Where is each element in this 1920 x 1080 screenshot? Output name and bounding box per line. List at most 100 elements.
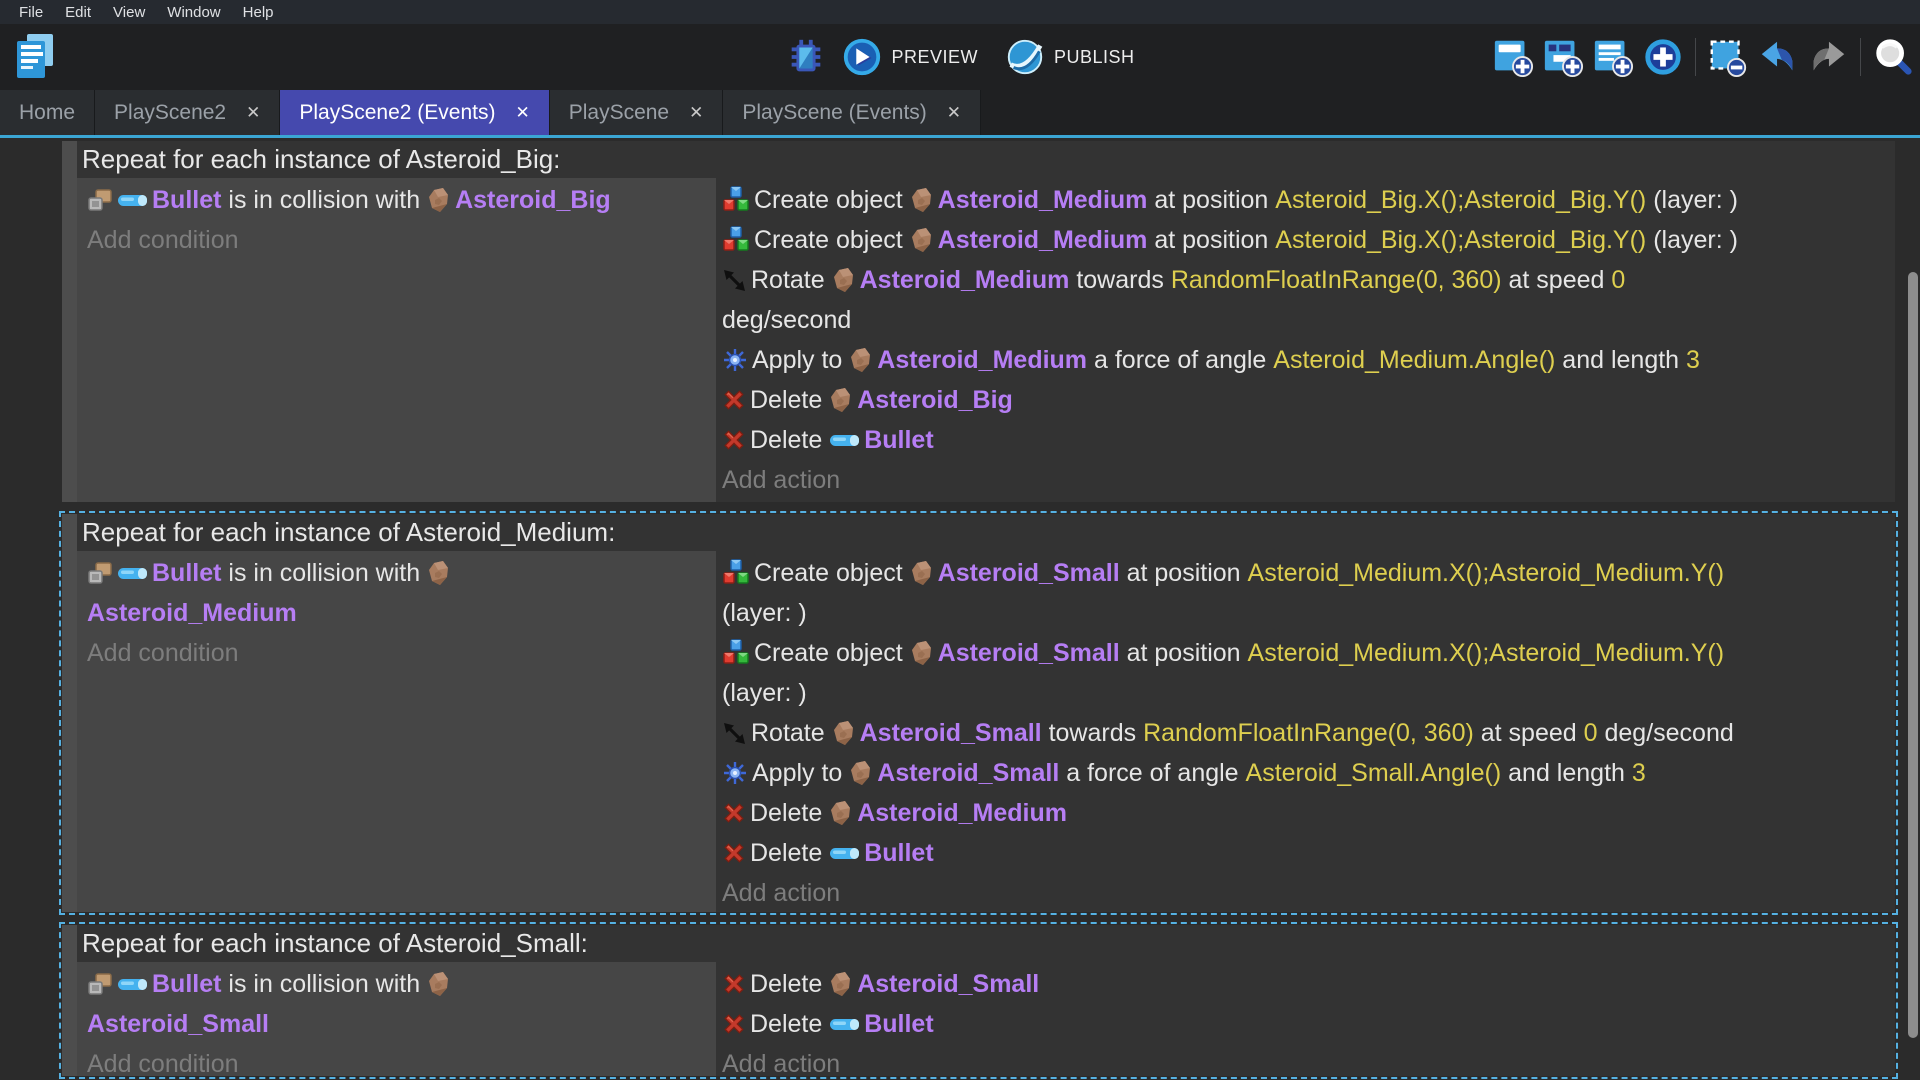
publish-button[interactable]: PUBLISH bbox=[1004, 36, 1135, 78]
event-header[interactable]: Repeat for each instance of Asteroid_Big… bbox=[77, 141, 1895, 178]
rotate-icon bbox=[722, 721, 747, 746]
delete-object-icon bbox=[722, 1012, 746, 1036]
add-action-button[interactable]: Add action bbox=[722, 1044, 1895, 1076]
actions-column: Create object Asteroid_Medium at positio… bbox=[716, 178, 1895, 502]
tab-label: PlayScene bbox=[569, 101, 669, 125]
condition-line[interactable]: Asteroid_Medium bbox=[87, 593, 716, 633]
action-line[interactable]: Delete Bullet bbox=[722, 1004, 1895, 1044]
asteroid-object-icon bbox=[427, 971, 451, 997]
action-line[interactable]: Delete Asteroid_Small bbox=[722, 964, 1895, 1004]
add-condition-button[interactable]: Add condition bbox=[87, 1044, 716, 1076]
tab-close-icon[interactable]: ✕ bbox=[947, 104, 961, 121]
actions-column: Delete Asteroid_SmallDelete BulletAdd ac… bbox=[716, 962, 1895, 1076]
publish-label: PUBLISH bbox=[1054, 47, 1135, 68]
delete-object-icon bbox=[722, 841, 746, 865]
asteroid-object-icon bbox=[910, 560, 934, 586]
bullet-object-icon bbox=[829, 1017, 860, 1032]
toolbar-right bbox=[1492, 24, 1914, 90]
debugger-icon[interactable] bbox=[785, 36, 827, 78]
menu-item-help[interactable]: Help bbox=[232, 4, 285, 21]
gdevelop-window: FileEditViewWindowHelp PREVIEW PUBLISH bbox=[0, 0, 1920, 1080]
tab-playscene-events[interactable]: PlayScene (Events) ✕ bbox=[723, 90, 981, 135]
scrollbar-track[interactable] bbox=[1906, 138, 1920, 1080]
condition-line[interactable]: Asteroid_Small bbox=[87, 1004, 716, 1044]
event-header[interactable]: Repeat for each instance of Asteroid_Med… bbox=[77, 514, 1895, 551]
add-other-event-icon[interactable] bbox=[1642, 36, 1684, 78]
tab-close-icon[interactable]: ✕ bbox=[515, 104, 529, 121]
create-object-icon bbox=[722, 186, 750, 214]
event-header[interactable]: Repeat for each instance of Asteroid_Sma… bbox=[77, 925, 1895, 962]
create-object-icon bbox=[722, 559, 750, 587]
menu-item-window[interactable]: Window bbox=[156, 4, 231, 21]
conditions-column: Bullet is in collision with Asteroid_Sma… bbox=[77, 962, 716, 1076]
bullet-object-icon bbox=[117, 193, 148, 208]
asteroid-object-icon bbox=[427, 187, 451, 213]
preview-play-icon bbox=[841, 36, 883, 78]
action-line[interactable]: deg/second bbox=[722, 300, 1895, 340]
action-line[interactable]: Delete Asteroid_Medium bbox=[722, 793, 1895, 833]
menu-item-file[interactable]: File bbox=[8, 4, 54, 21]
condition-line[interactable]: Bullet is in collision with bbox=[87, 964, 716, 1004]
event-block[interactable]: Repeat for each instance of Asteroid_Sma… bbox=[62, 925, 1895, 1076]
action-line[interactable]: Rotate Asteroid_Small towards RandomFloa… bbox=[722, 713, 1895, 753]
collision-icon bbox=[87, 562, 113, 585]
create-object-icon bbox=[722, 639, 750, 667]
apply-force-icon bbox=[722, 347, 748, 373]
menubar: FileEditViewWindowHelp bbox=[0, 0, 1920, 24]
delete-object-icon bbox=[722, 972, 746, 996]
event-drag-handle[interactable] bbox=[62, 925, 77, 1076]
scrollbar-thumb[interactable] bbox=[1908, 272, 1918, 1038]
asteroid-object-icon bbox=[829, 971, 853, 997]
event-drag-handle[interactable] bbox=[62, 514, 77, 912]
tab-close-icon[interactable]: ✕ bbox=[689, 104, 703, 121]
redo-icon[interactable] bbox=[1807, 36, 1849, 78]
asteroid-object-icon bbox=[832, 267, 856, 293]
tab-close-icon[interactable]: ✕ bbox=[246, 104, 260, 121]
search-icon[interactable] bbox=[1872, 36, 1914, 78]
tab-playscene2[interactable]: PlayScene2✕ bbox=[95, 90, 280, 135]
add-action-button[interactable]: Add action bbox=[722, 460, 1895, 500]
add-condition-button[interactable]: Add condition bbox=[87, 220, 716, 260]
delete-object-icon bbox=[722, 801, 746, 825]
menu-item-edit[interactable]: Edit bbox=[54, 4, 102, 21]
publish-globe-icon bbox=[1004, 36, 1046, 78]
action-line[interactable]: Delete Bullet bbox=[722, 420, 1895, 460]
delete-object-icon bbox=[722, 388, 746, 412]
delete-selection-icon[interactable] bbox=[1707, 36, 1749, 78]
action-line[interactable]: (layer: ) bbox=[722, 673, 1895, 713]
action-line[interactable]: Create object Asteroid_Medium at positio… bbox=[722, 180, 1895, 220]
tab-label: PlayScene2 (Events) bbox=[299, 101, 495, 125]
action-line[interactable]: Create object Asteroid_Small at position… bbox=[722, 553, 1895, 593]
event-block[interactable]: Repeat for each instance of Asteroid_Big… bbox=[62, 141, 1895, 502]
add-action-button[interactable]: Add action bbox=[722, 873, 1895, 912]
tab-playscene[interactable]: PlayScene ✕ bbox=[550, 90, 724, 135]
event-drag-handle[interactable] bbox=[62, 141, 77, 502]
collision-icon bbox=[87, 973, 113, 996]
add-comment-icon[interactable] bbox=[1592, 36, 1634, 78]
add-subevent-icon[interactable] bbox=[1542, 36, 1584, 78]
condition-line[interactable]: Bullet is in collision with bbox=[87, 553, 716, 593]
add-event-icon[interactable] bbox=[1492, 36, 1534, 78]
conditions-column: Bullet is in collision with Asteroid_Med… bbox=[77, 551, 716, 912]
tab-home[interactable]: Home bbox=[0, 90, 95, 135]
conditions-column: Bullet is in collision with Asteroid_Big… bbox=[77, 178, 716, 502]
add-condition-button[interactable]: Add condition bbox=[87, 633, 716, 673]
tab-playscene2-events[interactable]: PlayScene2 (Events) ✕ bbox=[280, 90, 549, 135]
action-line[interactable]: Rotate Asteroid_Medium towards RandomFlo… bbox=[722, 260, 1895, 300]
bullet-object-icon bbox=[829, 846, 860, 861]
action-line[interactable]: Apply to Asteroid_Small a force of angle… bbox=[722, 753, 1895, 793]
action-line[interactable]: Create object Asteroid_Small at position… bbox=[722, 633, 1895, 673]
condition-line[interactable]: Bullet is in collision with Asteroid_Big bbox=[87, 180, 716, 220]
preview-button[interactable]: PREVIEW bbox=[841, 36, 978, 78]
action-line[interactable]: Create object Asteroid_Medium at positio… bbox=[722, 220, 1895, 260]
action-line[interactable]: (layer: ) bbox=[722, 593, 1895, 633]
action-line[interactable]: Apply to Asteroid_Medium a force of angl… bbox=[722, 340, 1895, 380]
action-line[interactable]: Delete Bullet bbox=[722, 833, 1895, 873]
undo-icon[interactable] bbox=[1757, 36, 1799, 78]
asteroid-object-icon bbox=[910, 227, 934, 253]
menu-item-view[interactable]: View bbox=[102, 4, 156, 21]
tab-label: PlayScene (Events) bbox=[742, 101, 926, 125]
action-line[interactable]: Delete Asteroid_Big bbox=[722, 380, 1895, 420]
event-block[interactable]: Repeat for each instance of Asteroid_Med… bbox=[62, 514, 1895, 912]
tabbar: HomePlayScene2✕PlayScene2 (Events)✕PlayS… bbox=[0, 90, 1920, 138]
